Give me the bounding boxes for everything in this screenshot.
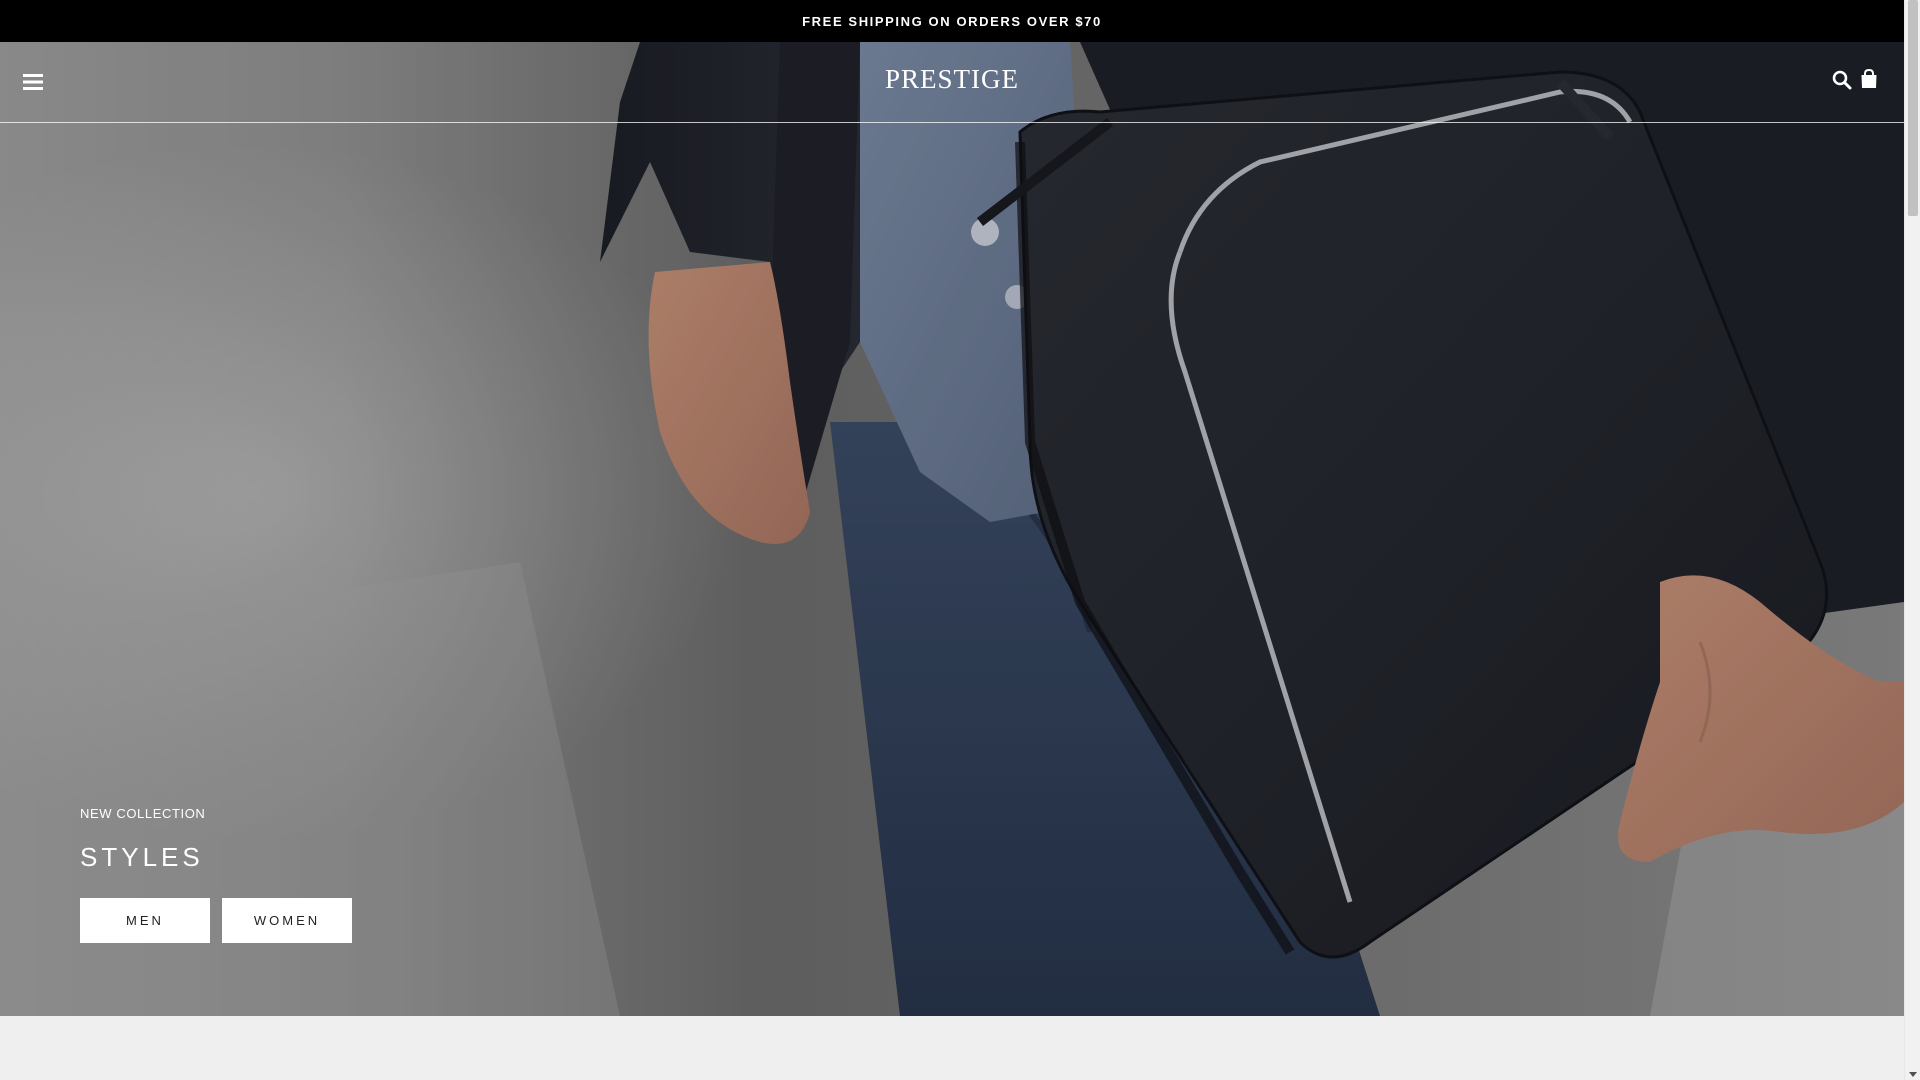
search-icon[interactable] <box>1832 70 1854 92</box>
men-button[interactable]: MEN <box>80 898 210 943</box>
hero-banner: NEW COLLECTION STYLES MEN WOMEN <box>0 42 1904 1016</box>
page: FREE SHIPPING ON ORDERS OVER $70 NEW COL… <box>0 0 1904 1080</box>
announcement-bar: FREE SHIPPING ON ORDERS OVER $70 <box>0 0 1904 42</box>
hero-buttons: MEN WOMEN <box>80 898 352 943</box>
announcement-text: FREE SHIPPING ON ORDERS OVER $70 <box>802 13 1102 29</box>
hero-kicker: NEW COLLECTION <box>80 806 206 821</box>
site-header: PRESTIGE <box>0 42 1904 123</box>
site-logo[interactable]: PRESTIGE <box>885 64 1019 95</box>
hero-content: NEW COLLECTION STYLES MEN WOMEN <box>80 806 352 943</box>
scrollbar-thumb[interactable] <box>1908 0 1918 216</box>
shopping-bag-icon[interactable] <box>1860 68 1882 91</box>
hero-headline: STYLES <box>80 842 204 872</box>
hamburger-menu-icon[interactable] <box>18 68 48 96</box>
scroll-down-arrow-icon[interactable] <box>1909 1072 1917 1077</box>
page-scrollbar[interactable] <box>1904 0 1920 1080</box>
women-button[interactable]: WOMEN <box>222 898 352 943</box>
